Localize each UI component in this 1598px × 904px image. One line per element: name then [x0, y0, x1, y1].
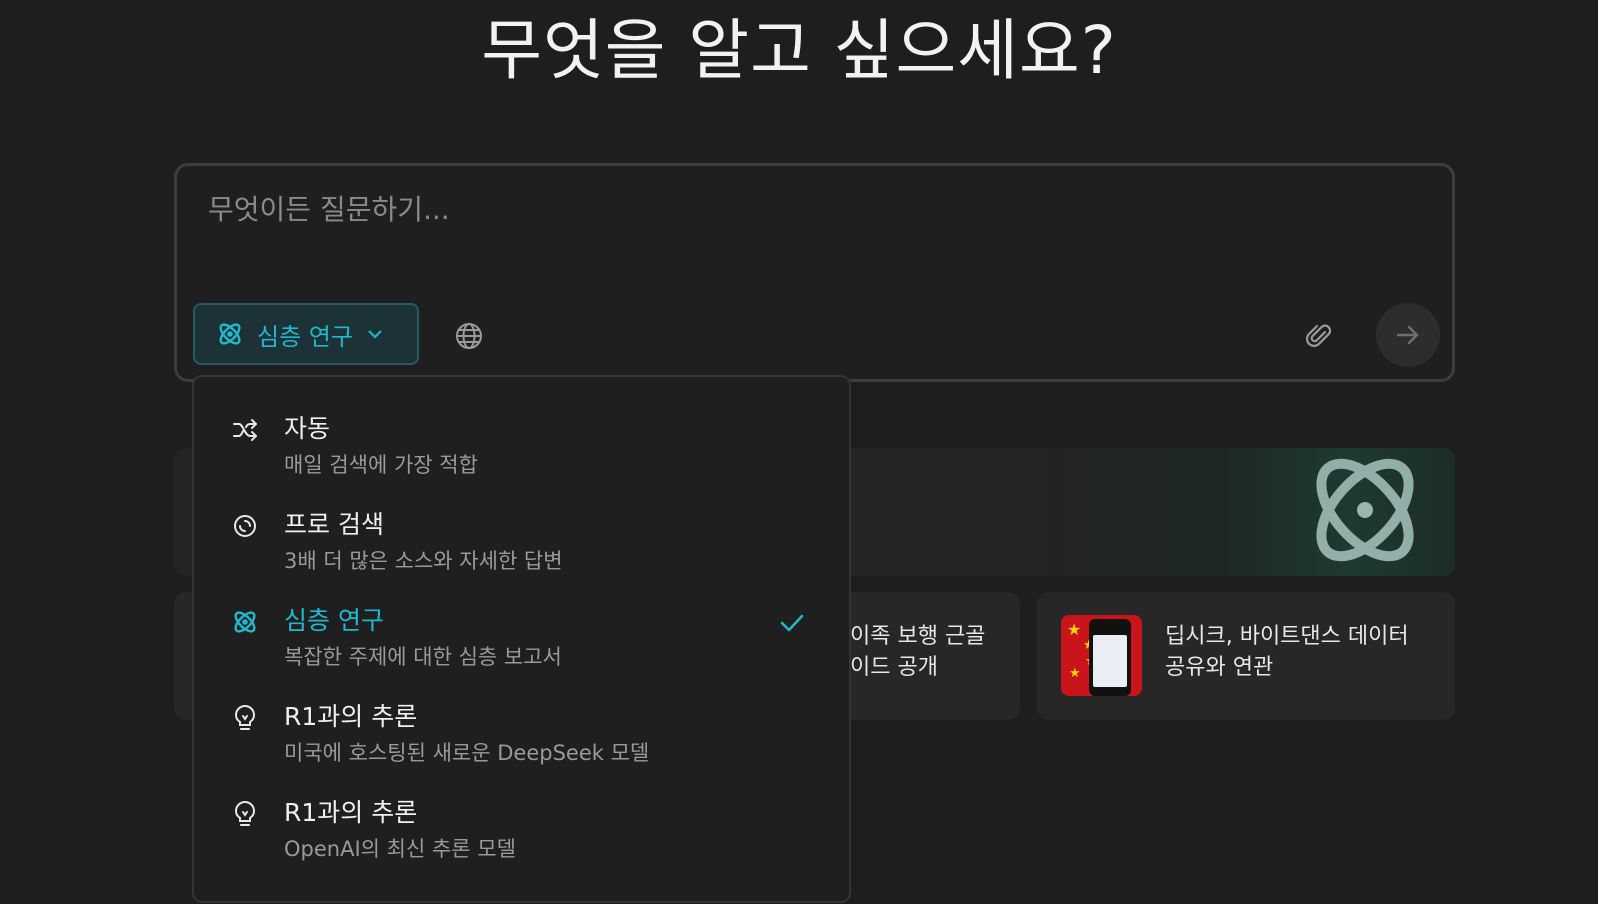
atom-icon	[215, 319, 245, 349]
globe-button[interactable]	[449, 316, 489, 356]
mode-option-description: OpenAI의 최신 추론 모델	[284, 837, 516, 861]
search-mode-dropdown: 자동 매일 검색에 가장 적합 프로 검색 3배 더 많은 소스와 자세한 답변	[192, 375, 851, 903]
search-mode-button[interactable]: 심층 연구	[193, 303, 419, 365]
submit-button[interactable]	[1376, 303, 1440, 367]
mode-option-title: 프로 검색	[284, 510, 384, 539]
mode-option-title: 심층 연구	[284, 606, 384, 635]
news-card-title-line: 이족 보행 근골	[850, 624, 986, 649]
phone-image	[1089, 619, 1131, 696]
shuffle-icon	[230, 415, 260, 445]
arrow-right-icon	[1396, 325, 1419, 345]
mode-option-auto[interactable]: 자동 매일 검색에 가장 적합	[194, 389, 849, 485]
mode-option-title: 자동	[284, 414, 331, 443]
check-icon	[776, 607, 808, 639]
mode-option-deep-research[interactable]: 심층 연구 복잡한 주제에 대한 심층 보고서	[194, 581, 849, 677]
mode-option-description: 3배 더 많은 소스와 자세한 답변	[284, 549, 563, 573]
news-card-title-line: 이드 공개	[850, 655, 938, 680]
news-card[interactable]: ★ ★ ★ ★ 딥시크, 바이트댄스 데이터 공유와 연관	[1037, 592, 1455, 720]
lightbulb-icon	[230, 703, 260, 733]
mode-option-description: 매일 검색에 가장 적합	[284, 453, 478, 477]
news-card-title: 딥시크, 바이트댄스 데이터 공유와 연관	[1165, 621, 1435, 683]
mode-option-r1-reasoning[interactable]: R1과의 추론 미국에 호스팅된 새로운 DeepSeek 모델	[194, 677, 849, 773]
news-card-title-line: 딥시크, 바이트댄스 데이터	[1165, 624, 1409, 649]
news-thumbnail: ★ ★ ★ ★	[1061, 615, 1142, 696]
mode-option-openai-reasoning[interactable]: R1과의 추론 OpenAI의 최신 추론 모델	[194, 773, 849, 869]
search-box: 심층 연구	[174, 163, 1455, 382]
page-title: 무엇을 알고 싶으세요?	[481, 12, 1117, 89]
news-card-title-line: 공유와 연관	[1165, 655, 1274, 680]
star-icon: ★	[1069, 666, 1081, 681]
search-input[interactable]	[208, 193, 1408, 226]
news-card-title: 이족 보행 근골 이드 공개	[850, 621, 1020, 683]
attach-button[interactable]	[1299, 316, 1339, 356]
search-mode-label: 심층 연구	[257, 322, 353, 351]
atom-icon	[230, 607, 260, 637]
globe-icon	[456, 323, 482, 349]
mode-option-title: R1과의 추론	[284, 798, 418, 827]
phone-screen	[1093, 635, 1127, 687]
mode-option-description: 복잡한 주제에 대한 심층 보고서	[284, 645, 562, 669]
mode-option-title: R1과의 추론	[284, 702, 418, 731]
lightbulb-icon	[230, 799, 260, 829]
banner-art	[1035, 448, 1455, 576]
star-icon: ★	[1067, 620, 1082, 639]
page: 무엇을 알고 싶으세요? 이족 보행 근골 이드 공개 ★ ★ ★ ★	[0, 0, 1598, 904]
atom-art-icon	[1316, 458, 1414, 562]
mode-option-description: 미국에 호스팅된 새로운 DeepSeek 모델	[284, 741, 650, 765]
swirl-icon	[230, 511, 260, 541]
chevron-down-icon	[365, 324, 385, 344]
mode-option-pro-search[interactable]: 프로 검색 3배 더 많은 소스와 자세한 답변	[194, 485, 849, 581]
paperclip-icon	[1306, 324, 1332, 347]
